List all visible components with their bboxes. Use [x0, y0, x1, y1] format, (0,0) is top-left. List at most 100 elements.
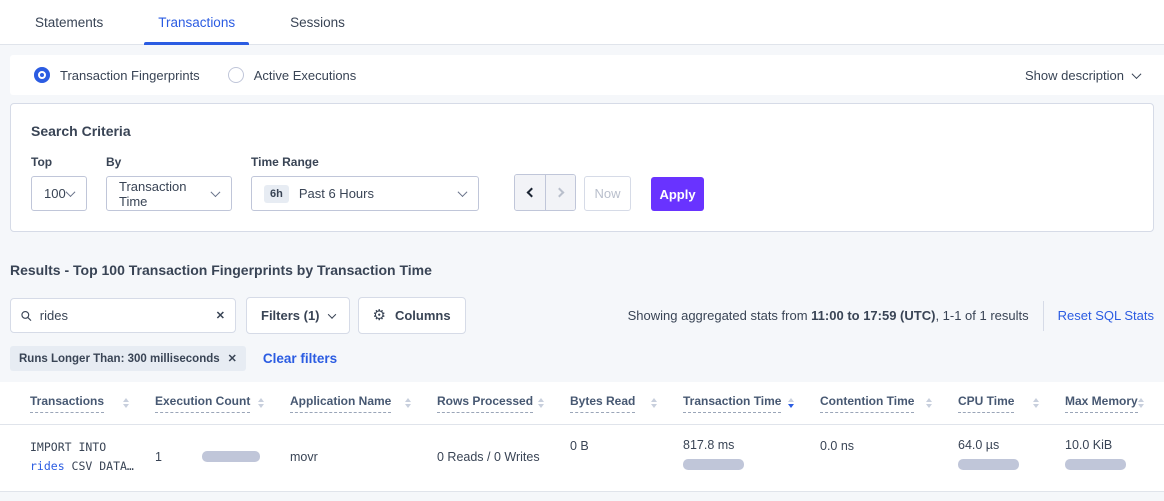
- filters-button[interactable]: Filters (1): [246, 297, 350, 334]
- chevron-right-icon: [554, 188, 564, 198]
- column-header-transaction-time: Transaction Time: [683, 394, 820, 413]
- radio-selected-icon[interactable]: [34, 67, 50, 83]
- column-header-label[interactable]: Contention Time: [820, 394, 914, 413]
- time-range-field: Time Range 6h Past 6 Hours: [251, 155, 479, 211]
- previous-time-window-button[interactable]: [515, 175, 545, 210]
- time-range-select[interactable]: 6h Past 6 Hours: [251, 176, 479, 211]
- show-description-label: Show description: [1025, 68, 1124, 83]
- transaction-fingerprint-cell[interactable]: IMPORT INTO rides CSV DATA…: [30, 438, 155, 476]
- columns-button-label: Columns: [395, 308, 451, 323]
- by-field: By Transaction Time: [106, 155, 232, 211]
- vertical-divider: [1043, 301, 1044, 331]
- sort-icon[interactable]: [1138, 398, 1144, 408]
- aggregated-stats-text: Showing aggregated stats from 11:00 to 1…: [628, 308, 1029, 323]
- by-select[interactable]: Transaction Time: [106, 176, 232, 211]
- clear-filters-link[interactable]: Clear filters: [263, 351, 337, 366]
- bytes-read-cell: 0 B: [570, 438, 683, 453]
- sort-icon[interactable]: [1033, 398, 1039, 408]
- time-range-badge: 6h: [264, 185, 289, 203]
- sort-icon[interactable]: [538, 398, 544, 408]
- application-name-cell: movr: [290, 449, 437, 464]
- transactions-table: Transactions Execution Count Application…: [0, 382, 1164, 492]
- max-memory-bar: [1065, 459, 1126, 470]
- top-label: Top: [31, 155, 87, 169]
- chevron-down-icon: [458, 187, 468, 197]
- by-select-value: Transaction Time: [119, 179, 212, 209]
- top-select-value: 100: [44, 186, 66, 201]
- max-memory-cell: 10.0 KiB: [1065, 438, 1134, 470]
- remove-filter-icon[interactable]: ✕: [228, 352, 237, 365]
- search-icon: [21, 309, 32, 323]
- view-toggle-card: Transaction Fingerprints Active Executio…: [10, 55, 1164, 95]
- contention-time-cell: 0.0 ns: [820, 438, 958, 453]
- next-time-window-button[interactable]: [545, 175, 575, 210]
- sort-icon[interactable]: [926, 398, 932, 408]
- column-header-label[interactable]: Transaction Time: [683, 394, 781, 413]
- aggregated-stats-area: Showing aggregated stats from 11:00 to 1…: [628, 301, 1154, 331]
- column-header-label[interactable]: Execution Count: [155, 394, 250, 413]
- column-header-contention-time: Contention Time: [820, 394, 958, 413]
- chevron-down-icon: [66, 187, 76, 197]
- tab-sessions[interactable]: Sessions: [280, 0, 355, 44]
- sort-icon[interactable]: [405, 398, 411, 408]
- column-header-label[interactable]: Application Name: [290, 394, 391, 413]
- radio-transaction-fingerprints[interactable]: Transaction Fingerprints: [34, 67, 200, 83]
- search-input[interactable]: [40, 308, 216, 323]
- top-field: Top 100: [31, 155, 87, 211]
- top-select[interactable]: 100: [31, 176, 87, 211]
- column-header-label[interactable]: Bytes Read: [570, 394, 635, 413]
- sql-activity-tabbar: Statements Transactions Sessions: [0, 0, 1164, 45]
- sort-icon[interactable]: [651, 398, 657, 408]
- execution-count-cell: 1: [155, 450, 290, 464]
- sort-icon-active-desc[interactable]: [788, 398, 794, 408]
- chevron-down-icon: [327, 310, 335, 318]
- column-header-max-memory: Max Memory: [1065, 394, 1164, 413]
- radio-label: Active Executions: [254, 68, 357, 83]
- filter-chip: Runs Longer Than: 300 milliseconds ✕: [10, 346, 246, 371]
- table-row: IMPORT INTO rides CSV DATA… 1 movr 0 Rea…: [0, 424, 1164, 492]
- column-header-label[interactable]: CPU Time: [958, 394, 1014, 413]
- column-header-bytes-read: Bytes Read: [570, 394, 683, 413]
- filters-button-label: Filters (1): [261, 308, 320, 323]
- time-window-arrows: [514, 174, 576, 211]
- apply-button[interactable]: Apply: [651, 177, 704, 211]
- radio-label: Transaction Fingerprints: [60, 68, 200, 83]
- sort-icon[interactable]: [123, 398, 129, 408]
- time-range-label: Time Range: [251, 155, 479, 169]
- clear-search-icon[interactable]: ✕: [216, 309, 225, 322]
- radio-unselected-icon[interactable]: [228, 67, 244, 83]
- time-range-value: Past 6 Hours: [299, 186, 374, 201]
- search-box: ✕: [10, 298, 236, 333]
- sort-icon[interactable]: [258, 398, 264, 408]
- active-filters-row: Runs Longer Than: 300 milliseconds ✕ Cle…: [10, 346, 1154, 371]
- chevron-left-icon: [527, 188, 537, 198]
- show-description-toggle[interactable]: Show description: [1025, 68, 1140, 83]
- column-header-transactions: Transactions: [30, 394, 155, 413]
- results-controls-row: ✕ Filters (1) ⚙ Columns Showing aggregat…: [10, 297, 1154, 334]
- column-header-application-name: Application Name: [290, 394, 437, 413]
- stats-time-range: 11:00 to 17:59 (UTC): [811, 308, 935, 323]
- transaction-time-cell: 817.8 ms: [683, 438, 820, 470]
- transaction-time-bar: [683, 459, 744, 470]
- column-header-execution-count: Execution Count: [155, 394, 290, 413]
- column-header-label[interactable]: Max Memory: [1065, 394, 1138, 413]
- execution-count-bar: [202, 451, 260, 462]
- search-criteria-title: Search Criteria: [31, 123, 1133, 139]
- transaction-rides-link[interactable]: rides: [30, 459, 65, 473]
- table-header-row: Transactions Execution Count Application…: [0, 382, 1164, 424]
- results-heading: Results - Top 100 Transaction Fingerprin…: [10, 262, 1154, 278]
- column-header-label[interactable]: Rows Processed: [437, 394, 533, 413]
- now-button[interactable]: Now: [584, 176, 631, 211]
- cpu-time-bar: [958, 459, 1019, 470]
- column-header-label[interactable]: Transactions: [30, 394, 104, 413]
- by-label: By: [106, 155, 232, 169]
- column-header-cpu-time: CPU Time: [958, 394, 1065, 413]
- chevron-down-icon: [1132, 69, 1142, 79]
- radio-active-executions[interactable]: Active Executions: [228, 67, 357, 83]
- tab-transactions[interactable]: Transactions: [148, 0, 245, 44]
- columns-button[interactable]: ⚙ Columns: [358, 297, 466, 334]
- search-criteria-card: Search Criteria Top 100 By Transaction T…: [10, 103, 1154, 232]
- reset-sql-stats-link[interactable]: Reset SQL Stats: [1058, 308, 1154, 323]
- tab-statements[interactable]: Statements: [25, 0, 113, 44]
- search-criteria-form: Top 100 By Transaction Time Time Range 6…: [31, 155, 1133, 211]
